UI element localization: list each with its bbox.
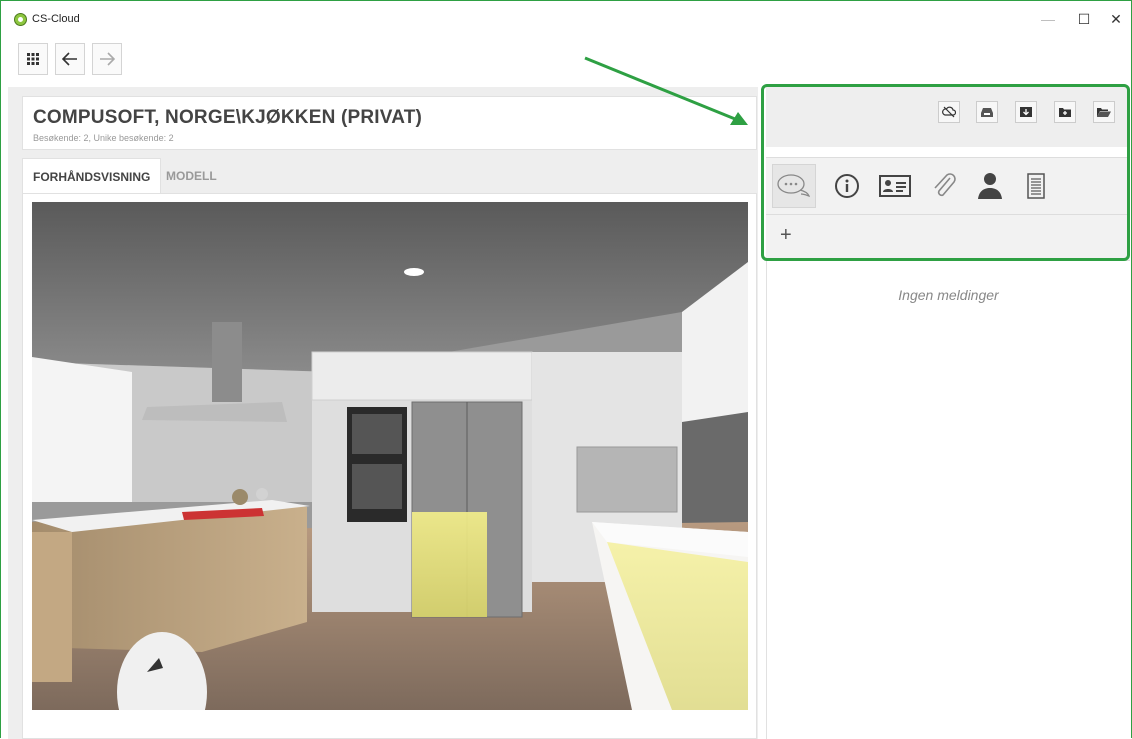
attachments-tab[interactable] xyxy=(922,164,966,208)
open-folder-button[interactable] xyxy=(1093,101,1115,123)
maximize-button[interactable]: ☐ xyxy=(1069,7,1099,31)
messages-list: Ingen meldinger xyxy=(766,261,1130,739)
arrow-left-icon xyxy=(62,52,77,66)
add-message-row: + xyxy=(766,215,1130,261)
download-button[interactable] xyxy=(1015,101,1037,123)
chat-tab[interactable] xyxy=(772,164,816,208)
contact-card-icon xyxy=(879,175,911,197)
cloud-off-button[interactable] xyxy=(938,101,960,123)
preview-panel xyxy=(22,193,757,739)
contact-tab[interactable] xyxy=(873,164,917,208)
side-tab-strip xyxy=(766,157,1130,215)
open-folder-icon xyxy=(1097,108,1111,117)
add-message-button[interactable]: + xyxy=(780,224,792,247)
add-folder-icon xyxy=(1059,108,1071,117)
info-icon xyxy=(835,174,859,198)
apps-grid-button[interactable] xyxy=(18,43,48,75)
main-content: COMPUSOFT, NORGE\KJØKKEN (PRIVAT) Besøke… xyxy=(8,87,1130,739)
forward-button[interactable] xyxy=(92,43,122,75)
kitchen-render-image xyxy=(32,202,748,710)
info-tab[interactable] xyxy=(825,164,869,208)
action-toolbar xyxy=(766,87,1130,147)
back-button[interactable] xyxy=(55,43,85,75)
document-icon xyxy=(1027,173,1045,199)
right-panel: + Ingen meldinger xyxy=(758,87,1130,739)
add-folder-button[interactable] xyxy=(1054,101,1076,123)
nav-bar xyxy=(1,31,1131,87)
arrow-right-icon xyxy=(100,52,115,66)
empty-messages-text: Ingen meldinger xyxy=(898,287,999,303)
notes-tab[interactable] xyxy=(1014,164,1058,208)
minimize-button[interactable]: — xyxy=(1033,7,1063,31)
view-tabs: FORHÅNDSVISNING MODELL xyxy=(22,158,757,194)
grid-icon xyxy=(27,53,39,65)
inbox-icon xyxy=(981,108,993,117)
chat-bubbles-icon xyxy=(777,174,811,198)
person-tab[interactable] xyxy=(968,164,1012,208)
visitor-count: Besøkende: 2, Unike besøkende: 2 xyxy=(33,133,174,143)
download-box-icon xyxy=(1020,107,1032,117)
cloud-off-icon xyxy=(942,106,956,118)
page-title: COMPUSOFT, NORGE\KJØKKEN (PRIVAT) xyxy=(33,107,423,128)
title-bar: CS-Cloud — ☐ ✕ xyxy=(1,1,1131,31)
close-button[interactable]: ✕ xyxy=(1101,7,1131,31)
inbox-button[interactable] xyxy=(976,101,998,123)
tab-preview[interactable]: FORHÅNDSVISNING xyxy=(22,158,162,194)
project-header: COMPUSOFT, NORGE\KJØKKEN (PRIVAT) Besøke… xyxy=(22,96,757,150)
app-title: CS-Cloud xyxy=(32,13,80,25)
paperclip-icon xyxy=(934,173,956,197)
person-icon xyxy=(978,173,1002,199)
tab-model[interactable]: MODELL xyxy=(156,158,227,194)
cs-cloud-logo-icon xyxy=(14,13,27,26)
